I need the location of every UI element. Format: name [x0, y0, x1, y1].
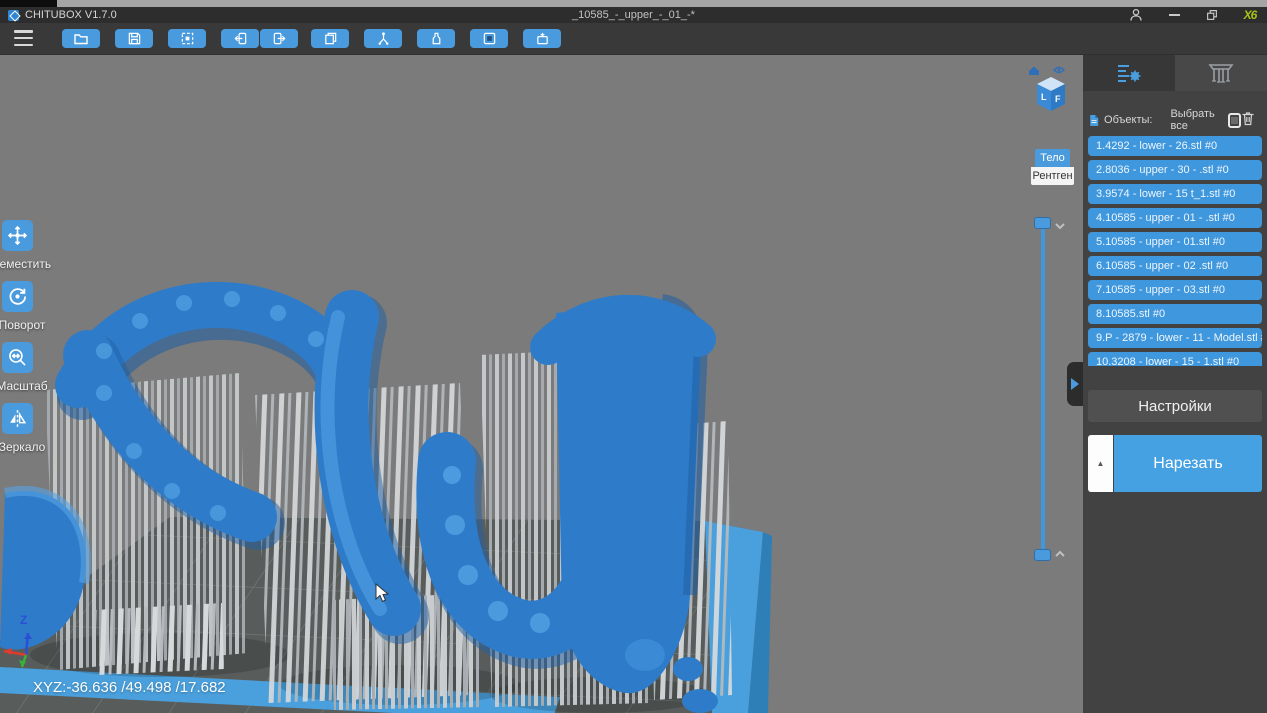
tab-objects-settings[interactable] — [1083, 55, 1175, 91]
mirror-tool-button[interactable] — [2, 403, 33, 434]
delete-button[interactable] — [1241, 111, 1255, 129]
view-cube-left-face: L — [1041, 92, 1047, 102]
home-icon[interactable] — [1029, 67, 1039, 76]
app-title: CHITUBOX V1.7.0 — [25, 9, 117, 21]
mirror-tool-label: Зеркало — [0, 440, 58, 454]
punch-hole-button[interactable] — [523, 29, 561, 48]
export-model-icon — [272, 31, 287, 46]
hollow-button[interactable] — [417, 29, 455, 48]
move-tool-button[interactable] — [2, 220, 33, 251]
object-list-item[interactable]: 1.4292 - lower - 26.stl #0 — [1088, 136, 1262, 156]
object-list-item[interactable]: 3.9574 - lower - 15 t_1.stl #0 — [1088, 184, 1262, 204]
eye-icon[interactable] — [1054, 68, 1064, 73]
object-list-item[interactable]: 5.10585 - upper - 01.stl #0 — [1088, 232, 1262, 252]
import-model-button[interactable] — [221, 29, 259, 48]
slice-dropdown-button[interactable]: ▲ — [1088, 435, 1113, 492]
object-list-item[interactable]: 10.3208 - lower - 15 - 1.stl #0 — [1088, 352, 1262, 366]
open-folder-icon — [73, 31, 89, 47]
object-list-item[interactable]: 9.P - 2879 - lower - 11 - Model.stl #0 — [1088, 328, 1262, 348]
copy-model-button[interactable] — [311, 29, 349, 48]
view-mode-xray-button[interactable]: Рентген — [1031, 167, 1074, 185]
move-icon — [7, 225, 28, 246]
save-icon — [127, 31, 142, 46]
import-model-icon — [233, 31, 248, 46]
document-title: _10585_-_upper_-_01_-* — [0, 9, 1267, 21]
viewport-3d[interactable]: Z реместить Поворот Масштаб Зеркало — [0, 55, 1083, 713]
select-region-button[interactable] — [168, 29, 206, 48]
tab-supports[interactable] — [1175, 55, 1267, 91]
scale-icon — [7, 347, 28, 368]
objects-label: Объекты: — [1104, 114, 1152, 126]
triangle-right-icon — [1071, 378, 1079, 390]
rotate-tool-button[interactable] — [2, 281, 33, 312]
restore-button[interactable] — [1201, 8, 1223, 22]
scale-tool-label: Масштаб — [0, 379, 58, 393]
slice-button[interactable]: Нарезать — [1114, 435, 1262, 492]
minimize-button[interactable] — [1163, 8, 1185, 22]
auto-support-icon — [376, 31, 391, 46]
move-tool-label: реместить — [0, 257, 58, 271]
layer-slider-bottom-handle[interactable] — [1034, 549, 1051, 561]
chevron-up-icon[interactable] — [1053, 547, 1067, 561]
auto-support-button[interactable] — [364, 29, 402, 48]
view-mode-body-button[interactable]: Тело — [1035, 149, 1070, 167]
layer-slider-track[interactable] — [1041, 222, 1045, 556]
object-list-item[interactable]: 6.10585 - upper - 02 .stl #0 — [1088, 256, 1262, 276]
select-all-label: Выбрать все — [1170, 108, 1220, 132]
panel-tabs — [1083, 55, 1267, 91]
rotate-tool-label: Поворот — [0, 318, 58, 332]
screen-edge — [0, 0, 1267, 7]
save-button[interactable] — [115, 29, 153, 48]
scale-tool-button[interactable] — [2, 342, 33, 373]
trash-icon — [1241, 111, 1255, 126]
export-model-button[interactable] — [260, 29, 298, 48]
build-plate-scene — [0, 55, 1083, 713]
open-folder-button[interactable] — [62, 29, 100, 48]
object-list-item[interactable]: 4.10585 - upper - 01 - .stl #0 — [1088, 208, 1262, 228]
view-cube[interactable]: L F — [1026, 61, 1076, 117]
object-list-item[interactable]: 7.10585 - upper - 03.stl #0 — [1088, 280, 1262, 300]
user-account-icon[interactable] — [1125, 8, 1147, 22]
chevron-down-icon[interactable] — [1053, 219, 1067, 233]
dig-hole-icon — [482, 31, 497, 46]
object-list-item[interactable]: 2.8036 - upper - 30 - .stl #0 — [1088, 160, 1262, 180]
panel-collapse-handle[interactable] — [1067, 362, 1083, 406]
settings-list-icon — [1116, 62, 1142, 84]
object-list-item[interactable]: 8.10585.stl #0 — [1088, 304, 1262, 324]
window-controls: X6 — [1125, 7, 1261, 23]
mirror-icon — [7, 408, 28, 429]
recorder-badge: X6 — [1239, 8, 1261, 22]
hollow-icon — [429, 31, 444, 46]
slice-row: ▲ Нарезать — [1088, 435, 1262, 492]
settings-button[interactable]: Настройки — [1088, 390, 1262, 422]
axis-z-label: Z — [20, 613, 27, 627]
document-icon — [1089, 113, 1099, 128]
select-region-icon — [180, 31, 195, 46]
xyz-status: XYZ:-36.636 /49.498 /17.682 — [33, 679, 226, 696]
title-bar: CHITUBOX V1.7.0 _10585_-_upper_-_01_-* — [0, 7, 1267, 23]
toolbar — [0, 23, 1267, 55]
view-cube-front-face: F — [1055, 94, 1061, 104]
layer-slider-top-handle[interactable] — [1034, 217, 1051, 229]
screen-edge-dark — [0, 0, 57, 7]
punch-hole-icon — [535, 31, 550, 46]
objects-header: Объекты: Выбрать все — [1089, 110, 1261, 130]
mouse-cursor — [375, 583, 391, 610]
menu-hamburger-icon[interactable] — [14, 30, 33, 46]
rotate-icon — [7, 286, 28, 307]
copy-model-icon — [323, 31, 338, 46]
select-all-checkbox[interactable] — [1228, 113, 1241, 128]
supports-tab-icon — [1207, 61, 1235, 85]
right-panel: Объекты: Выбрать все 1.4292 - lower - 26… — [1083, 55, 1267, 713]
object-list: 1.4292 - lower - 26.stl #0 2.8036 - uppe… — [1088, 136, 1262, 366]
dig-hole-button[interactable] — [470, 29, 508, 48]
app-logo-icon — [8, 10, 19, 21]
